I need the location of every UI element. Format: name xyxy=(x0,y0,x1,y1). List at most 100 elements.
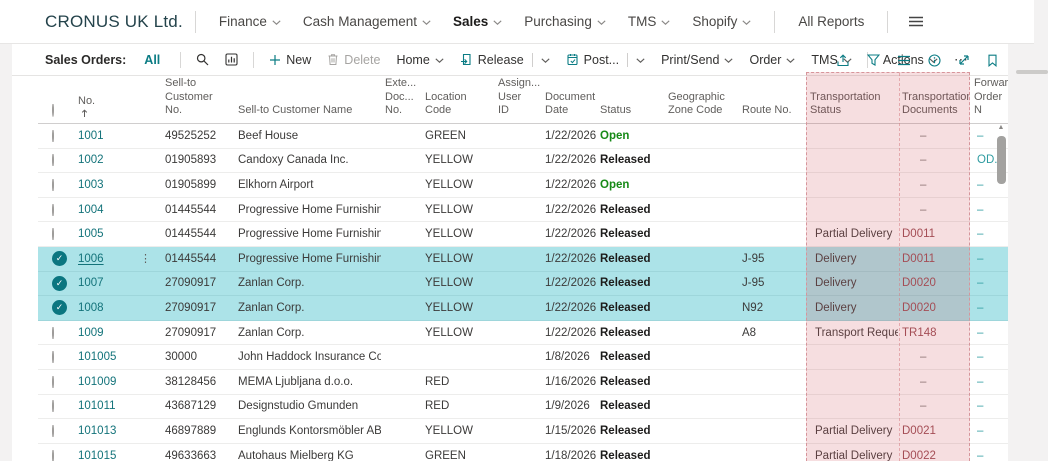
cell-transportation-documents[interactable]: TR148 xyxy=(898,327,970,339)
horizontal-scrollbar-fragment[interactable] xyxy=(1016,70,1048,74)
column-header-fwd[interactable]: Forward Order N xyxy=(970,77,1008,118)
cell-location-code[interactable]: YELLOW xyxy=(421,179,494,191)
table-row[interactable]: 100201905893Candoxy Canada Inc.YELLOW1/2… xyxy=(38,149,1008,174)
cell-transportation-documents[interactable]: – xyxy=(898,351,970,363)
cell-sell-to-customer-name[interactable]: Englunds Kontorsmöbler AB xyxy=(234,425,381,437)
cell-route-no[interactable]: N92 xyxy=(738,302,806,314)
cell-sell-to-customer-name[interactable]: Progressive Home Furnishings xyxy=(234,253,381,265)
table-row[interactable]: 100149525252Beef HouseGREEN1/22/2026Open… xyxy=(38,124,1008,149)
column-header-status[interactable]: Status xyxy=(596,104,664,118)
cell-no[interactable]: 1002 xyxy=(74,154,161,166)
cell-transportation-documents[interactable]: D0022 xyxy=(898,450,970,461)
order-no-link[interactable]: 101015 xyxy=(78,450,116,461)
search-icon[interactable] xyxy=(196,53,209,66)
cell-sell-to-customer-no[interactable]: 43687129 xyxy=(161,400,234,412)
cell-no[interactable]: 1003 xyxy=(74,179,161,191)
order-no-link[interactable]: 101009 xyxy=(78,376,116,388)
cell-sell-to-customer-no[interactable]: 01905893 xyxy=(161,154,234,166)
cell-no[interactable]: 1009 xyxy=(74,327,161,339)
cell-transportation-documents[interactable]: – xyxy=(898,179,970,191)
cell-transportation-documents[interactable]: D0020 xyxy=(898,277,970,289)
cell-no[interactable]: 1007 xyxy=(74,277,161,289)
info-icon[interactable] xyxy=(928,54,941,67)
order-no-link[interactable]: 1009 xyxy=(78,327,104,339)
cell-sell-to-customer-no[interactable]: 01445544 xyxy=(161,204,234,216)
cell-no[interactable]: 1001 xyxy=(74,130,161,142)
cell-sell-to-customer-name[interactable]: Zanlan Corp. xyxy=(234,327,381,339)
view-filter-dropdown[interactable]: All xyxy=(144,53,165,67)
table-row[interactable]: 100501445544Progressive Home Furnishings… xyxy=(38,222,1008,247)
cell-document-date[interactable]: 1/22/2026 xyxy=(541,179,596,191)
cell-status[interactable]: Released xyxy=(596,154,664,166)
cell-document-date[interactable]: 1/15/2026 xyxy=(541,425,596,437)
scrollbar-thumb[interactable] xyxy=(997,136,1006,184)
cell-document-date[interactable]: 1/22/2026 xyxy=(541,302,596,314)
row-select-circle[interactable] xyxy=(52,400,54,412)
cell-select[interactable]: ✓ xyxy=(38,276,74,291)
cell-document-date[interactable]: 1/22/2026 xyxy=(541,228,596,240)
cell-route-no[interactable]: J-95 xyxy=(738,277,806,289)
cell-status[interactable]: Open xyxy=(596,130,664,142)
cell-sell-to-customer-no[interactable]: 38128456 xyxy=(161,376,234,388)
order-no-link[interactable]: 1004 xyxy=(78,204,104,216)
cell-transportation-documents[interactable]: D0020 xyxy=(898,302,970,314)
cell-location-code[interactable]: GREEN xyxy=(421,450,494,461)
row-select-circle[interactable] xyxy=(52,327,54,339)
cell-status[interactable]: Released xyxy=(596,302,664,314)
cell-select[interactable] xyxy=(38,351,74,363)
table-row[interactable]: 10101549633663Autohaus Mielberg KGGREEN1… xyxy=(38,444,1008,461)
cell-document-date[interactable]: 1/18/2026 xyxy=(541,450,596,461)
share-icon[interactable] xyxy=(836,54,850,67)
cell-transportation-status[interactable]: Delivery xyxy=(806,302,898,314)
company-name[interactable]: CRONUS UK Ltd. xyxy=(45,12,183,32)
cell-sell-to-customer-name[interactable]: Zanlan Corp. xyxy=(234,302,381,314)
cell-no[interactable]: 101015 xyxy=(74,450,161,461)
cell-status[interactable]: Open xyxy=(596,179,664,191)
cell-transportation-status[interactable]: Partial Delivery xyxy=(806,450,898,461)
cell-location-code[interactable]: RED xyxy=(421,400,494,412)
expand-icon[interactable] xyxy=(958,54,970,66)
cell-sell-to-customer-no[interactable]: 01905899 xyxy=(161,179,234,191)
cell-document-date[interactable]: 1/22/2026 xyxy=(541,204,596,216)
order-no-link[interactable]: 1003 xyxy=(78,179,104,191)
column-header-assign[interactable]: Assign... User ID xyxy=(494,77,541,118)
row-context-menu-icon[interactable]: ⋮ xyxy=(140,252,153,265)
column-header-custno[interactable]: Sell-to Customer No. xyxy=(161,77,234,118)
home-button[interactable]: Home xyxy=(396,53,443,67)
cell-forward-order-no[interactable]: – xyxy=(970,204,1008,216)
cell-select[interactable] xyxy=(38,400,74,412)
cell-transportation-documents[interactable]: – xyxy=(898,376,970,388)
row-select-circle[interactable] xyxy=(52,130,54,142)
column-header-name[interactable]: Sell-to Customer Name xyxy=(234,104,381,118)
nav-item-purchasing[interactable]: Purchasing xyxy=(524,14,606,29)
scroll-up-arrow-icon[interactable]: ▲ xyxy=(998,124,1005,132)
row-select-circle[interactable] xyxy=(52,450,54,461)
cell-document-date[interactable]: 1/22/2026 xyxy=(541,327,596,339)
cell-sell-to-customer-name[interactable]: Designstudio Gmunden xyxy=(234,400,381,412)
cell-transportation-status[interactable]: Partial Delivery xyxy=(806,425,898,437)
nav-item-finance[interactable]: Finance xyxy=(219,14,281,29)
cell-location-code[interactable]: YELLOW xyxy=(421,425,494,437)
cell-document-date[interactable]: 1/22/2026 xyxy=(541,253,596,265)
list-icon[interactable] xyxy=(897,55,911,66)
cell-location-code[interactable]: RED xyxy=(421,376,494,388)
cell-no[interactable]: 1006⋮ xyxy=(74,252,161,265)
cell-document-date[interactable]: 1/22/2026 xyxy=(541,277,596,289)
nav-item-all-reports[interactable]: All Reports xyxy=(798,14,864,29)
cell-no[interactable]: 101011 xyxy=(74,400,161,412)
cell-forward-order-no[interactable]: – xyxy=(970,302,1008,314)
cell-forward-order-no[interactable]: – xyxy=(970,253,1008,265)
cell-sell-to-customer-no[interactable]: 27090917 xyxy=(161,327,234,339)
cell-sell-to-customer-name[interactable]: Candoxy Canada Inc. xyxy=(234,154,381,166)
cell-transportation-documents[interactable]: D0011 xyxy=(898,228,970,240)
row-select-circle[interactable] xyxy=(52,351,54,363)
cell-select[interactable] xyxy=(38,154,74,166)
cell-status[interactable]: Released xyxy=(596,204,664,216)
cell-location-code[interactable]: YELLOW xyxy=(421,327,494,339)
cell-sell-to-customer-no[interactable]: 27090917 xyxy=(161,277,234,289)
cell-select[interactable]: ✓ xyxy=(38,300,74,315)
cell-sell-to-customer-no[interactable]: 01445544 xyxy=(161,228,234,240)
cell-select[interactable] xyxy=(38,425,74,437)
cell-forward-order-no[interactable]: – xyxy=(970,376,1008,388)
table-row[interactable]: 10101346897889Englunds Kontorsmöbler ABY… xyxy=(38,419,1008,444)
